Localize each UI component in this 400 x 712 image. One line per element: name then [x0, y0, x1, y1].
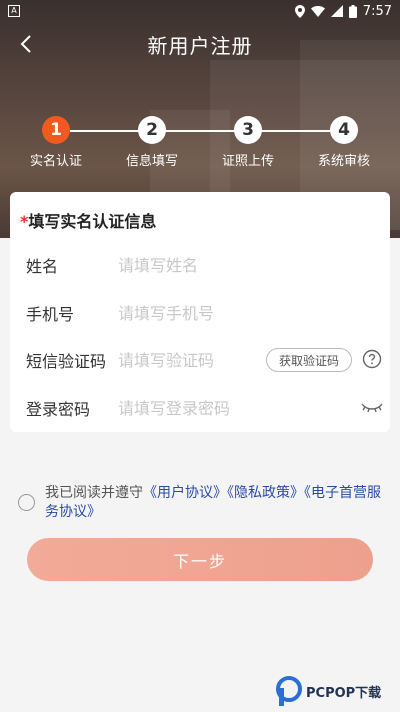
form-heading: *填写实名认证信息: [20, 208, 156, 232]
back-button[interactable]: [14, 30, 38, 58]
help-icon[interactable]: [362, 349, 382, 369]
step-4-label: 系统审核: [317, 154, 370, 169]
step-2: 2 信息填写: [112, 116, 192, 169]
sms-label: 短信验证码: [26, 352, 107, 371]
sms-code-input[interactable]: [118, 350, 238, 370]
signal-icon: [330, 5, 343, 17]
password-label: 登录密码: [26, 400, 91, 419]
name-label: 姓名: [26, 257, 59, 276]
phone-input[interactable]: [118, 303, 378, 323]
user-agreement-link[interactable]: 《用户协议》: [143, 485, 227, 501]
step-2-circle: 2: [138, 116, 166, 144]
step-4-circle: 4: [330, 116, 358, 144]
step-2-label: 信息填写: [125, 154, 178, 169]
status-time: 7:57: [362, 3, 392, 19]
agreement: 我已阅读并遵守《用户协议》《隐私政策》《电子首营服务协议》: [18, 484, 388, 522]
watermark-text: PCPOP下载: [306, 685, 382, 701]
battery-icon: [348, 4, 357, 18]
step-1-circle: 1: [42, 116, 70, 144]
step-3: 3 证照上传: [208, 116, 288, 169]
wifi-icon: [310, 5, 325, 17]
phone-label: 手机号: [26, 305, 75, 324]
verification-form: *填写实名认证信息 姓名 手机号 短信验证码 获取验证码 登录密码: [10, 192, 390, 432]
agreement-checkbox[interactable]: [18, 494, 35, 511]
name-input[interactable]: [118, 255, 378, 275]
phone-row: 手机号: [26, 298, 378, 328]
privacy-policy-link[interactable]: 《隐私政策》: [227, 485, 304, 501]
pcpop-logo-icon: [276, 676, 302, 706]
get-code-button[interactable]: 获取验证码: [266, 348, 352, 372]
status-bar: A 7:57: [0, 0, 400, 22]
password-row: 登录密码: [26, 393, 383, 423]
step-3-circle: 3: [234, 116, 262, 144]
progress-steps: 1 实名认证 2 信息填写 3 证照上传 4 系统审核: [0, 116, 400, 176]
page-title: 新用户注册: [147, 33, 253, 58]
step-connector: [70, 130, 330, 132]
location-icon: [294, 4, 305, 18]
title-bar: 新用户注册: [0, 22, 400, 66]
step-4: 4 系统审核: [304, 116, 384, 169]
sms-row: 短信验证码 获取验证码: [26, 345, 382, 375]
step-1: 1 实名认证: [16, 116, 96, 169]
form-heading-text: 填写实名认证信息: [28, 212, 157, 231]
name-row: 姓名: [26, 250, 378, 280]
agreement-prefix: 我已阅读并遵守: [45, 485, 143, 501]
step-1-label: 实名认证: [29, 154, 82, 169]
step-3-label: 证照上传: [221, 154, 274, 169]
eye-closed-icon[interactable]: [360, 401, 384, 415]
next-button[interactable]: 下一步: [27, 538, 373, 581]
watermark: PCPOP下载: [276, 676, 381, 706]
agreement-text: 我已阅读并遵守《用户协议》《隐私政策》《电子首营服务协议》: [45, 484, 388, 522]
password-input[interactable]: [118, 398, 378, 418]
notification-icon: A: [8, 5, 20, 17]
chevron-left-icon: [20, 35, 31, 53]
